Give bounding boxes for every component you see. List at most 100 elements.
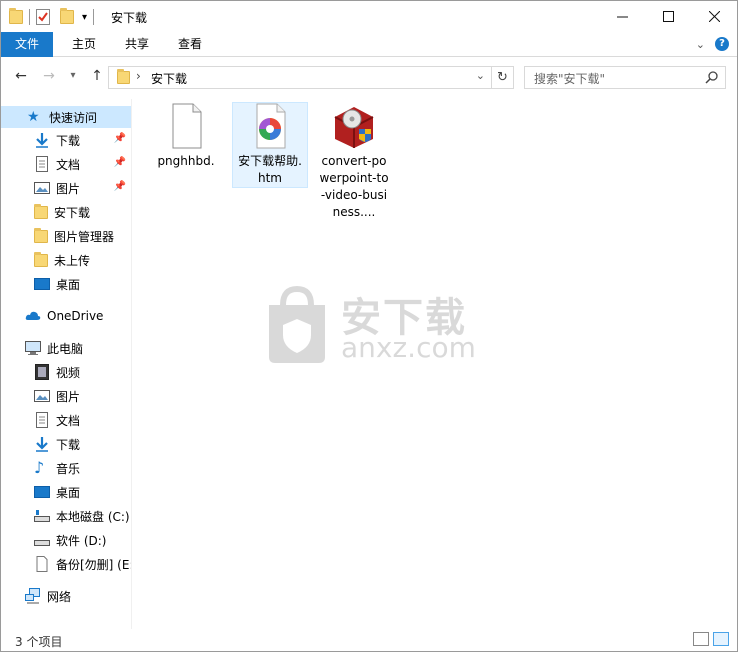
- sidebar-item-label: 备份[勿删] (E:: [56, 557, 132, 572]
- file-item[interactable]: convert-powerpoint-to-video-business....: [316, 103, 392, 221]
- tab-share[interactable]: 共享: [114, 32, 160, 57]
- sidebar-item-label: 图片: [56, 181, 81, 196]
- pin-icon[interactable]: 📌: [114, 181, 126, 192]
- sidebar-item-pictures[interactable]: 图片 📌: [1, 177, 131, 199]
- sidebar-item-pc-documents[interactable]: 文档: [1, 409, 131, 431]
- sidebar-item-pc-downloads[interactable]: 下载: [1, 433, 131, 455]
- tab-view[interactable]: 查看: [167, 32, 213, 57]
- folder-icon: [34, 251, 48, 267]
- sidebar-item-drive-c[interactable]: 本地磁盘 (C:): [1, 505, 131, 527]
- sidebar-item-label: 网络: [47, 589, 72, 604]
- folder-icon: [34, 203, 48, 219]
- sidebar-item-downloads[interactable]: 下载 📌: [1, 129, 131, 151]
- file-name: pnghhbd.: [157, 154, 215, 168]
- video-icon: [34, 364, 50, 380]
- sidebar-item-network[interactable]: 网络: [1, 585, 131, 607]
- view-toggle: [693, 632, 729, 646]
- sidebar-item-label: 桌面: [56, 485, 81, 500]
- sidebar-item-label: 图片管理器: [54, 229, 115, 244]
- large-icons-view-icon[interactable]: [713, 632, 729, 646]
- toolbar-separator: [93, 9, 95, 25]
- help-icon[interactable]: ?: [715, 37, 729, 51]
- sidebar-item-label: 桌面: [56, 277, 81, 292]
- maximize-icon: [662, 10, 674, 22]
- picture-icon: [34, 388, 50, 404]
- sidebar-item-anxiazai[interactable]: 安下载: [1, 201, 131, 223]
- navigation-bar: ← → ▾ ↑ › 安下载 ⌄ ↻ 搜索"安下载": [1, 57, 737, 95]
- download-icon: [34, 436, 50, 452]
- up-button[interactable]: ↑: [87, 66, 107, 86]
- folder-icon: [34, 227, 48, 243]
- sidebar-item-pc-desktop[interactable]: 桌面: [1, 481, 131, 503]
- sidebar-item-drive-e[interactable]: 备份[勿删] (E:: [1, 553, 132, 575]
- tab-file[interactable]: 文件: [1, 32, 53, 57]
- explorer-window: ▾ 安下载 文件 主页 共享 查看 ⌄ ? ← → ▾ ↑ › 安下载 ⌄ ↻ …: [0, 0, 738, 652]
- pin-icon[interactable]: 📌: [114, 157, 126, 168]
- sidebar-item-label: 未上传: [54, 253, 91, 268]
- chevron-down-icon: ▾: [70, 70, 76, 81]
- sidebar-item-label: 文档: [56, 413, 81, 428]
- sidebar-item-picture-manager[interactable]: 图片管理器: [1, 225, 131, 247]
- back-arrow-icon: ←: [15, 68, 27, 84]
- details-view-icon[interactable]: [693, 632, 709, 646]
- folder-icon: [9, 8, 23, 24]
- file-icon: [34, 556, 50, 572]
- minimize-icon: [616, 16, 628, 17]
- sidebar-item-pc-pictures[interactable]: 图片: [1, 385, 131, 407]
- refresh-button[interactable]: ↻: [492, 66, 514, 89]
- expand-ribbon-icon[interactable]: ⌄: [696, 38, 705, 51]
- file-list[interactable]: pnghhbd. 安下载帮助.htm convert-powerpoint-to…: [133, 95, 737, 629]
- maximize-button[interactable]: [645, 1, 691, 31]
- sidebar-item-videos[interactable]: 视频: [1, 361, 131, 383]
- close-button[interactable]: [691, 1, 737, 31]
- sidebar-item-this-pc[interactable]: 此电脑: [1, 337, 131, 359]
- sidebar-item-quick-access[interactable]: ★ 快速访问: [1, 106, 131, 128]
- search-input[interactable]: 搜索"安下载": [534, 70, 605, 87]
- recent-locations-button[interactable]: ▾: [63, 66, 83, 86]
- search-icon: [705, 71, 718, 84]
- music-icon: ♪: [34, 458, 45, 477]
- picture-icon: [34, 180, 50, 196]
- sidebar-item-drive-d[interactable]: 软件 (D:): [1, 529, 131, 551]
- sidebar-item-onedrive[interactable]: OneDrive: [1, 305, 131, 327]
- file-item[interactable]: pnghhbd.: [148, 103, 224, 170]
- folder-icon: [117, 69, 130, 84]
- properties-icon[interactable]: [36, 9, 50, 25]
- pin-icon[interactable]: 📌: [114, 133, 126, 144]
- watermark-domain: anxz.com: [341, 331, 476, 364]
- sidebar-item-label: 文档: [56, 157, 81, 172]
- drive-icon: [34, 532, 50, 548]
- sidebar-item-documents[interactable]: 文档 📌: [1, 153, 131, 175]
- sidebar-item-label: 本地磁盘 (C:): [56, 509, 130, 524]
- address-bar[interactable]: › 安下载 ⌄: [108, 66, 492, 89]
- blank-file-icon: [172, 103, 202, 149]
- breadcrumb-separator-icon: ›: [136, 69, 141, 83]
- minimize-button[interactable]: [599, 1, 645, 31]
- address-dropdown-icon[interactable]: ⌄: [476, 69, 485, 82]
- computer-icon: [25, 340, 41, 356]
- installer-icon: [334, 107, 374, 148]
- sidebar-item-not-uploaded[interactable]: 未上传: [1, 249, 131, 271]
- forward-button[interactable]: →: [39, 66, 59, 86]
- new-folder-icon[interactable]: [60, 8, 74, 24]
- sidebar-item-label: 音乐: [56, 461, 81, 476]
- tab-home[interactable]: 主页: [61, 32, 107, 57]
- quick-access-toolbar: ▾: [9, 7, 100, 27]
- sidebar-item-desktop[interactable]: 桌面: [1, 273, 131, 295]
- back-button[interactable]: ←: [11, 66, 31, 86]
- search-box[interactable]: 搜索"安下载": [524, 66, 726, 89]
- sidebar-item-music[interactable]: ♪ 音乐: [1, 457, 131, 479]
- close-icon: [708, 10, 720, 22]
- sidebar-item-label: 安下载: [54, 205, 91, 220]
- item-count: 3 个项目: [15, 635, 63, 649]
- network-icon: [25, 588, 41, 604]
- htm-file-icon: [256, 103, 286, 149]
- document-icon: [34, 412, 50, 428]
- desktop-icon: [34, 484, 50, 500]
- file-item[interactable]: 安下载帮助.htm: [232, 102, 308, 188]
- sidebar-item-label: 软件 (D:): [56, 533, 107, 548]
- customize-toolbar-icon[interactable]: ▾: [82, 12, 87, 23]
- breadcrumb-current[interactable]: 安下载: [151, 70, 187, 87]
- sidebar-item-label: 下载: [56, 133, 81, 148]
- sidebar-item-label: 视频: [56, 365, 81, 380]
